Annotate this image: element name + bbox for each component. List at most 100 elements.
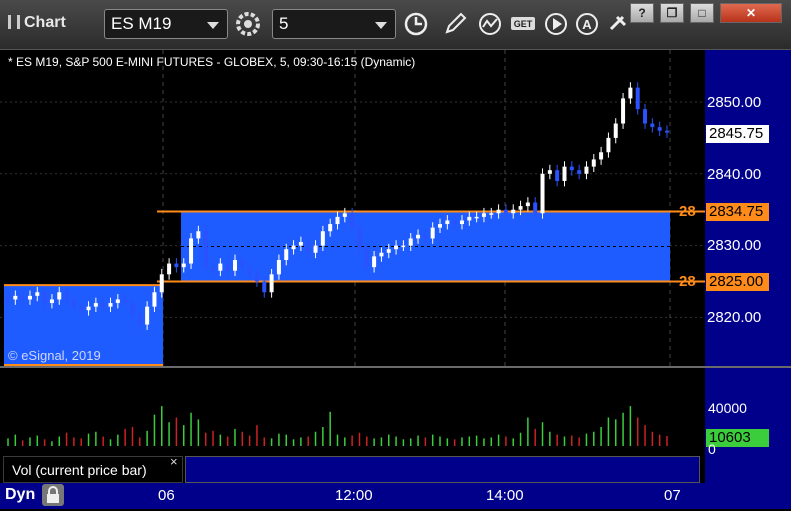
- time-tick: 12:00: [335, 487, 373, 504]
- candle: [518, 206, 523, 210]
- time-template-button[interactable]: [401, 9, 431, 39]
- window-title-text: Chart: [24, 14, 66, 31]
- clock-icon: [404, 12, 428, 36]
- volume-chart[interactable]: [0, 368, 705, 454]
- candle: [394, 245, 399, 250]
- candle: [167, 263, 172, 275]
- chevron-down-icon: [375, 22, 387, 29]
- candle: [20, 295, 25, 300]
- candle: [284, 249, 289, 260]
- lock-button[interactable]: [42, 484, 64, 506]
- interval-combo[interactable]: 5: [272, 9, 396, 39]
- candle: [306, 242, 311, 253]
- volume-bar: [563, 436, 566, 446]
- candle: [328, 224, 333, 232]
- candle: [254, 274, 259, 282]
- volume-bar: [270, 438, 273, 446]
- time-tick: 14:00: [486, 487, 524, 504]
- candle: [342, 213, 347, 217]
- volume-bar: [109, 439, 112, 446]
- candle: [269, 274, 274, 293]
- volume-bar: [490, 437, 493, 446]
- volume-bar: [593, 431, 595, 446]
- volume-bar: [534, 428, 536, 446]
- help-button[interactable]: ?: [630, 3, 654, 23]
- candle: [650, 123, 655, 128]
- maximize-button[interactable]: □: [690, 3, 714, 23]
- volume-bar: [58, 436, 61, 446]
- volume-tick: 40000: [708, 400, 747, 416]
- candle: [49, 299, 54, 304]
- volume-bar: [512, 438, 514, 446]
- volume-bar: [175, 417, 178, 446]
- volume-bar: [73, 437, 75, 446]
- volume-bar: [636, 417, 639, 446]
- pin-icon: [609, 15, 627, 31]
- candle: [211, 267, 216, 271]
- candle: [137, 313, 142, 325]
- symbol-combo[interactable]: ES M19: [104, 9, 228, 39]
- candle: [108, 303, 113, 307]
- volume-bar: [248, 435, 251, 446]
- volume-bar: [556, 434, 558, 446]
- candle: [555, 170, 560, 181]
- close-button[interactable]: ✕: [720, 3, 782, 23]
- candle: [481, 213, 486, 217]
- candle: [474, 216, 479, 219]
- alerts-button[interactable]: A: [572, 9, 602, 39]
- volume-bar: [241, 431, 244, 446]
- volume-bar: [256, 425, 258, 446]
- candle: [130, 303, 135, 314]
- svg-text:GET: GET: [514, 19, 533, 29]
- gear-icon: [236, 12, 260, 36]
- get-icon: GET: [511, 17, 535, 30]
- link-button[interactable]: [603, 9, 633, 39]
- candle: [503, 209, 508, 214]
- candle: [613, 123, 618, 138]
- volume-bar: [541, 422, 544, 446]
- candle: [276, 259, 281, 275]
- volume-bar: [409, 438, 412, 446]
- candle: [262, 281, 267, 293]
- volume-bar: [527, 417, 529, 446]
- candle: [423, 234, 428, 239]
- volume-bar: [14, 434, 17, 446]
- volume-bar: [190, 412, 192, 446]
- volume-bar: [373, 438, 375, 446]
- candle: [232, 259, 237, 271]
- candle: [408, 238, 413, 246]
- volume-bar: [314, 431, 317, 446]
- candle: [6, 297, 10, 300]
- volume-bar: [402, 439, 405, 446]
- volume-close-button[interactable]: ×: [170, 454, 178, 469]
- volume-bar: [29, 437, 31, 446]
- volume-bar: [36, 435, 39, 446]
- candle: [35, 292, 40, 296]
- candle: [225, 263, 230, 271]
- volume-bar: [87, 433, 90, 446]
- get-data-button[interactable]: GET: [508, 9, 538, 39]
- price-chart[interactable]: [0, 50, 705, 367]
- volume-tick: 0: [708, 441, 716, 457]
- candle: [386, 249, 391, 253]
- volume-bar: [182, 425, 185, 446]
- candle: [459, 220, 464, 225]
- candle: [181, 263, 186, 268]
- volume-bar: [226, 436, 229, 446]
- dynamic-mode-button[interactable]: Dyn: [2, 484, 38, 508]
- volume-bar: [497, 434, 500, 446]
- volume-bar: [329, 411, 331, 446]
- candle: [584, 166, 589, 174]
- volume-bar: [80, 438, 82, 446]
- studies-button[interactable]: [475, 9, 505, 39]
- last-price-marker: 2845.75: [706, 125, 769, 143]
- candle: [203, 231, 208, 268]
- replay-button[interactable]: [541, 9, 571, 39]
- candle: [298, 242, 303, 246]
- volume-bar: [622, 412, 624, 446]
- draw-tool-button[interactable]: [440, 9, 470, 39]
- symbol-settings-button[interactable]: [233, 9, 263, 39]
- volume-bar: [212, 430, 214, 446]
- restore-button[interactable]: ❐: [660, 3, 684, 23]
- volume-bar: [153, 414, 156, 446]
